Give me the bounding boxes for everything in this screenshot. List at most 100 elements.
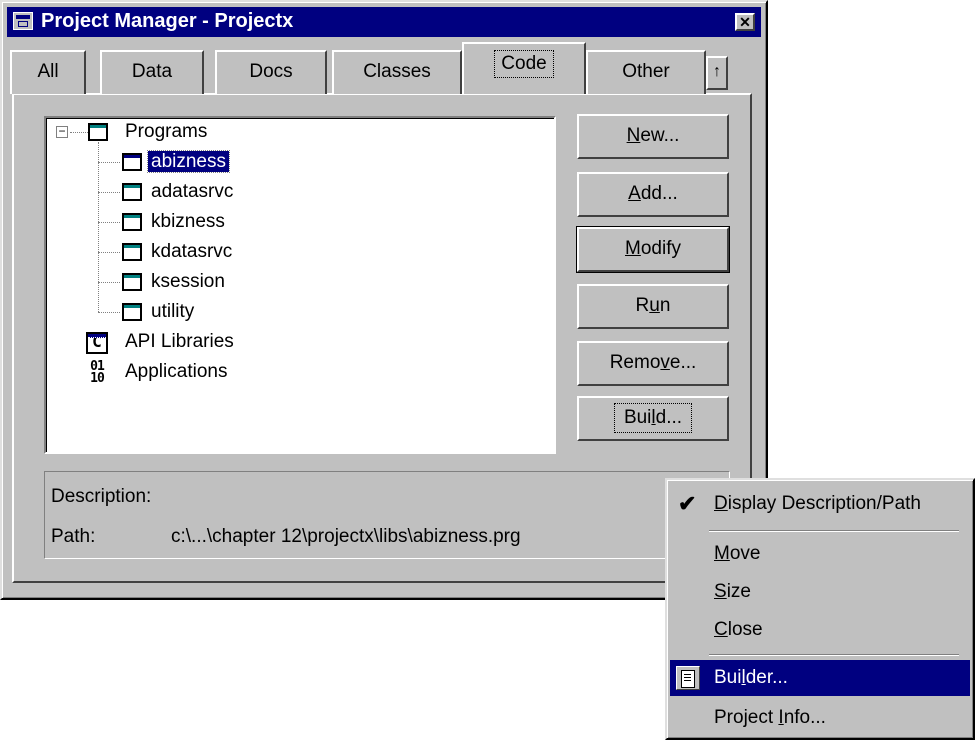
tree-node-applications[interactable]: Applications (122, 359, 230, 385)
add-button[interactable]: Add... (577, 172, 729, 217)
tree-node-program[interactable]: adatasrvc (148, 179, 236, 205)
remove-button[interactable]: Remove... (577, 341, 729, 386)
description-panel: Description: Path: c:\...\chapter 12\pro… (44, 471, 730, 559)
tree-node-label: API Libraries (125, 331, 234, 352)
tab-classes[interactable]: Classes (332, 50, 462, 94)
tree-connector (98, 142, 99, 312)
program-window-icon (122, 183, 142, 201)
tree-node-program[interactable]: ksession (148, 269, 228, 295)
build-button[interactable]: Build... (577, 396, 729, 441)
button-label: Bui (623, 407, 652, 428)
collapse-icon[interactable]: − (56, 125, 68, 138)
menu-item-move[interactable]: Move (670, 536, 970, 572)
tree-connector (98, 252, 120, 253)
menu-label: Bui (714, 667, 742, 688)
button-accelerator: v (660, 352, 670, 373)
tree-connector (98, 312, 120, 313)
tree-node-api-libraries[interactable]: API Libraries (122, 329, 237, 355)
menu-label: isplay Description/Path (727, 493, 921, 514)
path-value: c:\...\chapter 12\projectx\libs\abizness… (171, 526, 521, 547)
title-bar[interactable]: Project Manager - Projectx ✕ (7, 7, 761, 37)
tree-node-label: kdatasrvc (151, 241, 233, 262)
new-button[interactable]: New... (577, 114, 729, 159)
tab-classes-label: Classes (363, 61, 431, 82)
tree-node-label: ksession (151, 271, 225, 292)
tab-scroll-right-button[interactable]: ↑ (706, 56, 728, 90)
menu-label: nfo... (783, 707, 826, 728)
window-title: Project Manager - Projectx (41, 10, 294, 32)
menu-label: ize (726, 581, 751, 602)
menu-accelerator: D (714, 493, 728, 514)
c-library-icon: C (86, 332, 108, 354)
tree-connector (98, 282, 120, 283)
tab-data-label: Data (131, 61, 173, 82)
button-label: d... (655, 407, 683, 428)
button-label: e... (669, 352, 697, 373)
tree-node-program[interactable]: kdatasrvc (148, 239, 235, 265)
tree-node-label: Applications (125, 361, 228, 382)
tab-all-label: All (37, 61, 59, 82)
tree-node-program[interactable]: kbizness (148, 209, 228, 235)
program-window-icon (88, 123, 108, 141)
window-icon[interactable] (13, 12, 33, 30)
tree-node-programs[interactable]: Programs (122, 119, 210, 145)
program-window-icon (122, 273, 142, 291)
program-window-icon (122, 213, 142, 231)
tree-node-program[interactable]: abizness (147, 149, 230, 175)
button-label: R (635, 295, 650, 316)
tab-other[interactable]: Other (586, 50, 706, 94)
run-button[interactable]: Run (577, 284, 729, 329)
button-accelerator: A (628, 183, 641, 204)
tree-node-label: Programs (125, 121, 208, 142)
program-window-icon (122, 153, 142, 171)
button-accelerator: M (625, 238, 641, 259)
menu-item-display-description-path[interactable]: ✔ Display Description/Path (670, 486, 970, 522)
menu-accelerator: C (714, 619, 728, 640)
modify-button[interactable]: Modify (576, 226, 730, 273)
menu-label: Project (714, 707, 779, 728)
tree-connector (98, 162, 120, 163)
menu-accelerator: M (714, 543, 730, 564)
tree-connector (70, 132, 88, 133)
tree-connector (98, 222, 120, 223)
tree-node-label: abizness (147, 150, 230, 173)
menu-item-size[interactable]: Size (670, 574, 970, 610)
path-label: Path: (51, 526, 96, 547)
tab-code-label: Code (494, 50, 554, 78)
tab-docs[interactable]: Docs (215, 50, 327, 94)
button-label: odify (640, 238, 681, 259)
tree-node-program[interactable]: utility (148, 299, 197, 325)
menu-item-project-info[interactable]: Project Info... (670, 700, 970, 736)
program-window-icon (122, 303, 142, 321)
button-accelerator: u (649, 295, 660, 316)
tree-node-label: utility (151, 301, 195, 322)
tab-docs-label: Docs (249, 61, 293, 82)
menu-label: ove (729, 543, 761, 564)
binary-app-icon: 01 10 (90, 359, 105, 386)
button-label: ew... (640, 125, 680, 146)
button-label: n (659, 295, 671, 316)
builder-icon (676, 666, 700, 690)
button-accelerator: N (626, 125, 641, 146)
project-tree[interactable]: − Programs abizness adatasrvc kbizness k… (44, 116, 556, 454)
check-icon: ✔ (678, 491, 697, 516)
tree-connector (98, 192, 120, 193)
button-label: dd... (640, 183, 678, 204)
description-label: Description: (51, 486, 152, 507)
tree-node-label: adatasrvc (151, 181, 234, 202)
context-menu: ✔ Display Description/Path Move Size Clo… (665, 478, 975, 740)
menu-accelerator: S (714, 581, 727, 602)
menu-separator (709, 530, 959, 532)
menu-item-close[interactable]: Close (670, 612, 970, 648)
menu-label: lose (727, 619, 763, 640)
menu-item-builder[interactable]: Builder... (670, 660, 970, 696)
menu-separator (709, 654, 959, 656)
program-window-icon (122, 243, 142, 261)
menu-label: der... (745, 667, 788, 688)
close-icon[interactable]: ✕ (735, 13, 755, 31)
tab-code[interactable]: Code (462, 42, 586, 94)
tree-node-label: kbizness (151, 211, 225, 232)
button-label: Remo (609, 352, 661, 373)
tab-data[interactable]: Data (100, 50, 204, 94)
tab-all[interactable]: All (10, 50, 86, 94)
